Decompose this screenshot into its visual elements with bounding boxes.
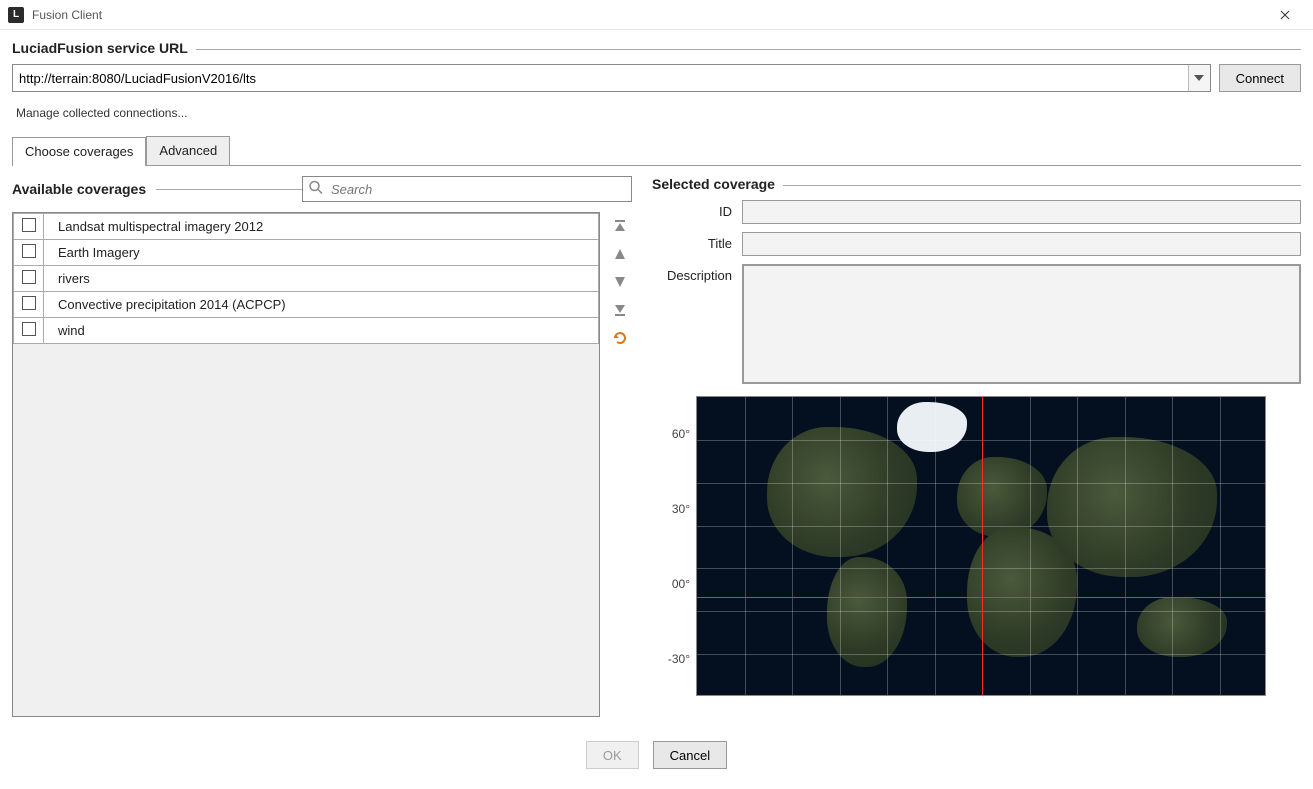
- search-icon: [308, 180, 324, 199]
- coverage-name[interactable]: Earth Imagery: [44, 240, 599, 266]
- selected-coverage-legend: Selected coverage: [652, 176, 783, 192]
- window-close-button[interactable]: [1265, 1, 1305, 29]
- coverage-checkbox[interactable]: [22, 296, 36, 310]
- move-bottom-icon: [613, 303, 627, 317]
- move-down-button[interactable]: [610, 272, 630, 292]
- coverage-checkbox-cell[interactable]: [14, 292, 44, 318]
- coverage-name[interactable]: rivers: [44, 266, 599, 292]
- connect-button[interactable]: Connect: [1219, 64, 1301, 92]
- service-url-legend: LuciadFusion service URL: [12, 40, 196, 56]
- lat-label: -30°: [668, 652, 690, 666]
- coverage-checkbox[interactable]: [22, 244, 36, 258]
- coverage-name[interactable]: Landsat multispectral imagery 2012: [44, 214, 599, 240]
- chevron-down-icon: [1194, 75, 1204, 81]
- lat-labels: 60° 30° 00° -30°: [652, 396, 696, 696]
- move-top-button[interactable]: [610, 216, 630, 236]
- move-bottom-button[interactable]: [610, 300, 630, 320]
- selected-coverage-form: ID Title Description: [652, 200, 1301, 384]
- dialog-footer: OK Cancel: [0, 727, 1313, 783]
- map-preview[interactable]: [696, 396, 1266, 696]
- service-url-group: LuciadFusion service URL Connect Manage …: [12, 40, 1301, 130]
- refresh-icon: [612, 330, 628, 346]
- tab-advanced[interactable]: Advanced: [146, 136, 230, 165]
- coverage-row[interactable]: rivers: [14, 266, 599, 292]
- ok-button: OK: [586, 741, 639, 769]
- move-up-button[interactable]: [610, 244, 630, 264]
- close-icon: [1280, 10, 1290, 20]
- description-label: Description: [652, 264, 732, 283]
- window-title: Fusion Client: [32, 8, 1265, 22]
- app-icon: L: [8, 7, 24, 23]
- available-coverages-legend: Available coverages: [12, 181, 156, 197]
- manage-connections-link[interactable]: Manage collected connections...: [16, 106, 187, 120]
- title-label: Title: [652, 232, 732, 251]
- service-url-dropdown-button[interactable]: [1188, 65, 1210, 91]
- coverage-checkbox-cell[interactable]: [14, 318, 44, 344]
- selected-description-field: [742, 264, 1301, 384]
- search-wrap: [302, 176, 632, 202]
- move-up-icon: [613, 247, 627, 261]
- lat-label: 00°: [672, 577, 690, 591]
- search-input[interactable]: [302, 176, 632, 202]
- selected-title-field: [742, 232, 1301, 256]
- map-preview-area: 60° 30° 00° -30°: [652, 396, 1301, 696]
- id-label: ID: [652, 200, 732, 219]
- lat-label: 30°: [672, 502, 690, 516]
- coverage-checkbox[interactable]: [22, 322, 36, 336]
- window-titlebar: L Fusion Client: [0, 0, 1313, 30]
- service-url-combo[interactable]: [12, 64, 1211, 92]
- tab-choose-coverages[interactable]: Choose coverages: [12, 137, 146, 166]
- reorder-controls: [608, 212, 632, 717]
- selected-id-field: [742, 200, 1301, 224]
- coverage-row[interactable]: Convective precipitation 2014 (ACPCP): [14, 292, 599, 318]
- coverage-row[interactable]: Earth Imagery: [14, 240, 599, 266]
- coverage-name[interactable]: Convective precipitation 2014 (ACPCP): [44, 292, 599, 318]
- coverage-row[interactable]: wind: [14, 318, 599, 344]
- cancel-button[interactable]: Cancel: [653, 741, 727, 769]
- coverage-checkbox-cell[interactable]: [14, 240, 44, 266]
- move-down-icon: [613, 275, 627, 289]
- coverage-checkbox-cell[interactable]: [14, 214, 44, 240]
- coverage-checkbox[interactable]: [22, 218, 36, 232]
- coverage-checkbox-cell[interactable]: [14, 266, 44, 292]
- refresh-button[interactable]: [610, 328, 630, 348]
- coverage-name[interactable]: wind: [44, 318, 599, 344]
- service-url-input[interactable]: [12, 64, 1211, 92]
- coverage-row[interactable]: Landsat multispectral imagery 2012: [14, 214, 599, 240]
- coverage-checkbox[interactable]: [22, 270, 36, 284]
- move-top-icon: [613, 219, 627, 233]
- available-coverages-list[interactable]: Landsat multispectral imagery 2012Earth …: [12, 212, 600, 717]
- tab-row: Choose coverages Advanced: [12, 136, 1301, 166]
- lat-label: 60°: [672, 427, 690, 441]
